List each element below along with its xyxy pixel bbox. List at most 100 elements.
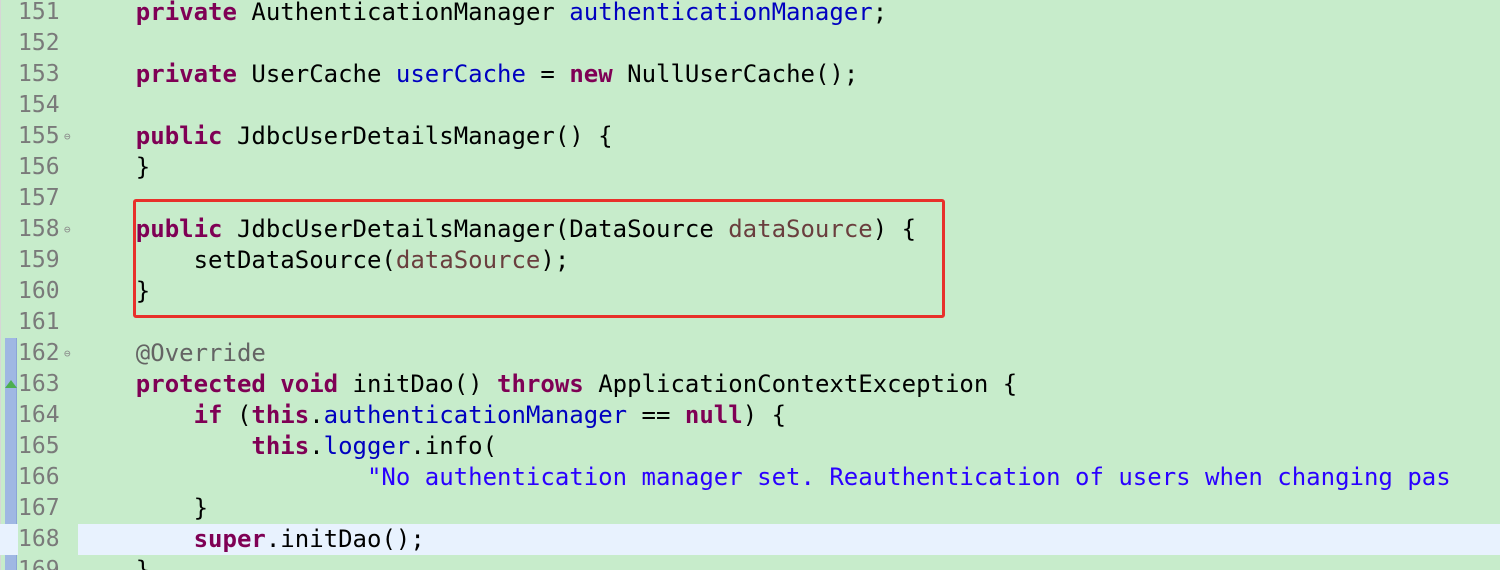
- code-text[interactable]: this.logger.info(: [78, 431, 497, 462]
- code-text[interactable]: if (this.authenticationManager == null) …: [78, 400, 786, 431]
- code-token: UserCache: [236, 60, 396, 88]
- fold-toggle-icon[interactable]: ⊖: [64, 338, 71, 369]
- code-area[interactable]: 151 private AuthenticationManager authen…: [0, 0, 1500, 570]
- line-number: 165: [18, 433, 60, 459]
- line-number: 164: [18, 402, 60, 428]
- code-token: authenticationManager: [323, 401, 628, 429]
- code-line[interactable]: 162 ⊖ @Override: [0, 338, 1500, 369]
- code-token: ) {: [872, 215, 917, 243]
- code-line[interactable]: 155 ⊖ public JdbcUserDetailsManager() {: [0, 121, 1500, 152]
- code-token: AuthenticationManager: [236, 0, 570, 26]
- code-line[interactable]: 168 super.initDao();: [0, 524, 1500, 555]
- line-number: 154: [18, 92, 60, 118]
- line-number: 157: [18, 185, 60, 211]
- line-number: 163: [18, 371, 60, 397]
- code-text[interactable]: }: [78, 276, 150, 307]
- code-line[interactable]: 160 }: [0, 276, 1500, 307]
- code-text[interactable]: }: [78, 152, 150, 183]
- code-text[interactable]: }: [78, 555, 150, 570]
- code-text[interactable]: }: [78, 493, 208, 524]
- line-number: 151: [18, 0, 60, 25]
- line-number: 169: [18, 557, 60, 570]
- code-token: ==: [627, 401, 685, 429]
- fold-toggle-icon[interactable]: ⊖: [64, 121, 71, 152]
- code-token: userCache: [395, 60, 526, 88]
- code-text[interactable]: protected void initDao() throws Applicat…: [78, 369, 1017, 400]
- code-text[interactable]: private AuthenticationManager authentica…: [78, 0, 887, 28]
- code-line[interactable]: 157: [0, 183, 1500, 214]
- code-token: public: [135, 122, 223, 150]
- code-token: }: [78, 494, 209, 522]
- code-line[interactable]: 163 protected void initDao() throws Appl…: [0, 369, 1500, 400]
- code-token: JdbcUserDetailsManager(DataSource: [222, 215, 729, 243]
- code-token: @Override: [135, 339, 266, 367]
- code-token: null: [684, 401, 743, 429]
- code-line[interactable]: 153 private UserCache userCache = new Nu…: [0, 59, 1500, 90]
- code-line[interactable]: 167 }: [0, 493, 1500, 524]
- code-token: "No authentication manager set. Reauthen…: [366, 463, 1451, 491]
- code-token: NullUserCache();: [612, 60, 859, 88]
- line-number: 161: [18, 309, 60, 335]
- code-token: ;: [872, 0, 888, 26]
- code-editor[interactable]: 151 private AuthenticationManager authen…: [0, 0, 1500, 570]
- code-token: if: [193, 401, 223, 429]
- code-line[interactable]: 158 ⊖ public JdbcUserDetailsManager(DataS…: [0, 214, 1500, 245]
- line-number: 166: [18, 464, 60, 490]
- code-token: .initDao();: [265, 525, 425, 553]
- code-token: ApplicationContextException {: [583, 370, 1018, 398]
- code-token: authenticationManager: [569, 0, 873, 26]
- code-token: this: [251, 401, 310, 429]
- code-line[interactable]: 154: [0, 90, 1500, 121]
- code-line[interactable]: 151 private AuthenticationManager authen…: [0, 0, 1500, 28]
- code-line[interactable]: 156 }: [0, 152, 1500, 183]
- line-number: 153: [18, 61, 60, 87]
- code-token: .: [309, 401, 324, 429]
- code-token: =: [525, 60, 570, 88]
- code-text[interactable]: public JdbcUserDetailsManager() {: [78, 121, 613, 152]
- line-number: 159: [18, 247, 60, 273]
- code-line[interactable]: 159 setDataSource(dataSource);: [0, 245, 1500, 276]
- code-text[interactable]: super.initDao();: [78, 524, 425, 555]
- code-line[interactable]: 166 "No authentication manager set. Reau…: [0, 462, 1500, 493]
- code-line[interactable]: 164 if (this.authenticationManager == nu…: [0, 400, 1500, 431]
- code-token: this: [251, 432, 310, 460]
- code-token: super: [193, 525, 266, 553]
- code-text[interactable]: setDataSource(dataSource);: [78, 245, 570, 276]
- code-token: public: [135, 215, 223, 243]
- line-number: 156: [18, 154, 60, 180]
- code-token: JdbcUserDetailsManager() {: [222, 122, 613, 150]
- code-token: logger: [323, 432, 411, 460]
- code-token: dataSource: [728, 215, 873, 243]
- line-number: 168: [18, 524, 78, 555]
- line-number: 160: [18, 278, 60, 304]
- code-token: private: [135, 0, 237, 26]
- fold-toggle-icon[interactable]: ⊖: [64, 214, 71, 245]
- code-text[interactable]: public JdbcUserDetailsManager(DataSource…: [78, 214, 916, 245]
- code-token: throws: [497, 370, 584, 398]
- code-text[interactable]: @Override: [78, 338, 266, 369]
- code-token: }: [78, 277, 151, 305]
- code-text[interactable]: "No authentication manager set. Reauthen…: [78, 462, 1451, 493]
- code-token: .info(: [410, 432, 498, 460]
- code-token: initDao(): [338, 370, 498, 398]
- code-token: void: [280, 370, 339, 398]
- code-token: setDataSource(: [78, 246, 396, 274]
- code-token: .: [309, 432, 324, 460]
- line-number: 152: [18, 30, 60, 56]
- code-line[interactable]: 161: [0, 307, 1500, 338]
- code-line[interactable]: 152: [0, 28, 1500, 59]
- code-line[interactable]: 165 this.logger.info(: [0, 431, 1500, 462]
- line-number: 167: [18, 495, 60, 521]
- code-token: }: [78, 153, 151, 181]
- code-text[interactable]: private UserCache userCache = new NullUs…: [78, 59, 859, 90]
- code-line[interactable]: 169 }: [0, 555, 1500, 570]
